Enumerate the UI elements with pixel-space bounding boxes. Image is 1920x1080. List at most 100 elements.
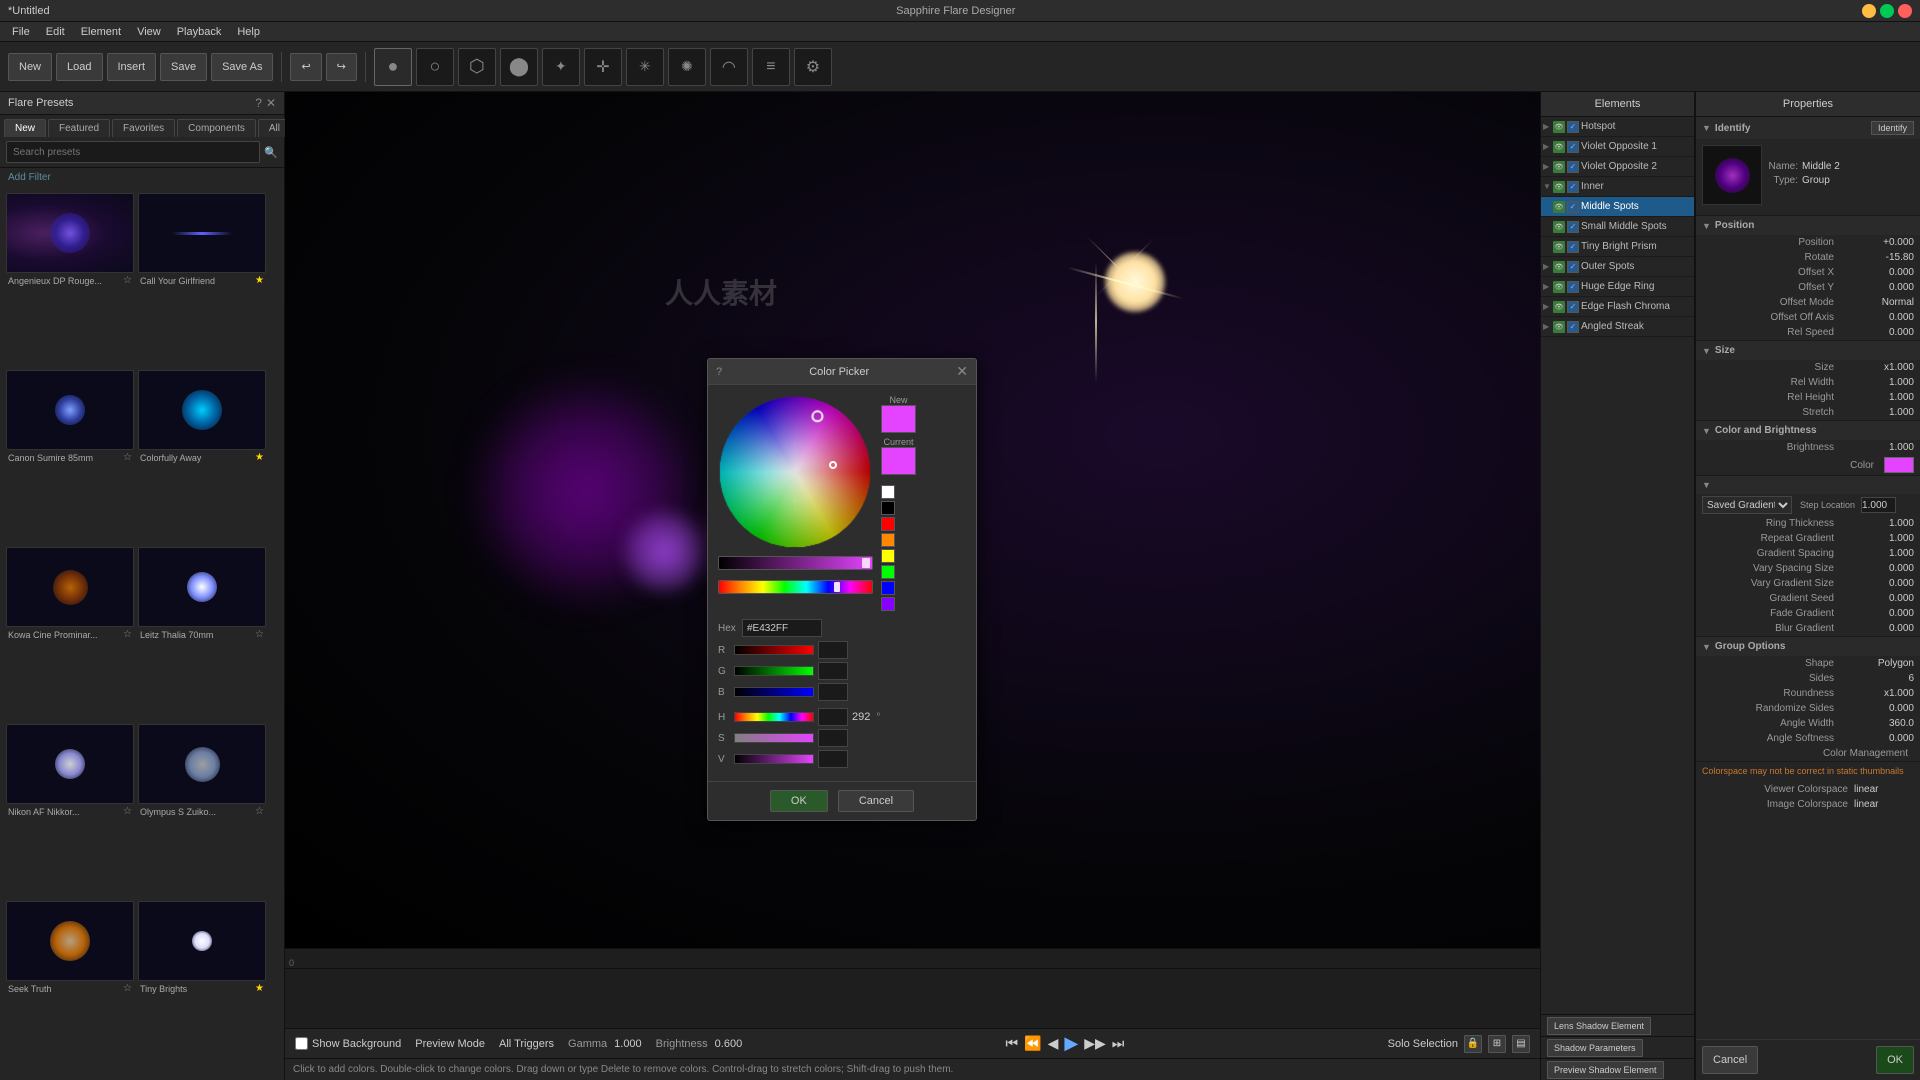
preset-item[interactable]: Kowa Cine Prominar... ☆ (6, 547, 134, 720)
color-swatch[interactable] (1884, 457, 1914, 473)
color-preset-blue[interactable] (881, 581, 895, 595)
section-identify-header[interactable]: ▼ Identify Identify (1696, 117, 1920, 139)
shape-cross-icon[interactable]: ✛ (584, 48, 622, 86)
check-icon[interactable]: ✓ (1567, 321, 1579, 333)
element-violet-opp2[interactable]: ▶ 👁 ✓ Violet Opposite 2 (1541, 157, 1694, 177)
shape-glow-icon[interactable]: ● (374, 48, 412, 86)
maximize-button[interactable] (1880, 4, 1894, 18)
preset-star-icon[interactable]: ☆ (123, 629, 132, 640)
section-color-header[interactable]: ▼ Color and Brightness (1696, 421, 1920, 440)
step-forward-button[interactable]: ▶▶ (1084, 1035, 1106, 1052)
step-location-input[interactable] (1861, 497, 1896, 513)
shape-oval-icon[interactable]: ⬤ (500, 48, 538, 86)
lens-shadow-element-button[interactable]: Lens Shadow Element (1547, 1017, 1651, 1035)
color-preset-green[interactable] (881, 565, 895, 579)
preset-star-icon[interactable]: ☆ (123, 275, 132, 286)
menu-view[interactable]: View (129, 26, 169, 38)
shape-multistar-icon[interactable]: ✺ (668, 48, 706, 86)
preset-star-icon[interactable]: ☆ (255, 629, 264, 640)
menu-edit[interactable]: Edit (38, 26, 73, 38)
tab-components[interactable]: Components (177, 119, 256, 137)
insert-button[interactable]: Insert (107, 53, 157, 81)
preset-item[interactable]: Canon Sumire 85mm ☆ (6, 370, 134, 543)
h-input[interactable] (818, 708, 848, 726)
rewind-button[interactable]: ⏪ (1024, 1035, 1041, 1052)
search-input[interactable] (6, 141, 260, 163)
step-back-button[interactable]: ◀ (1048, 1035, 1059, 1052)
visibility-icon[interactable]: 👁 (1553, 281, 1565, 293)
v-slider[interactable] (734, 754, 814, 764)
cancel-props-button[interactable]: Cancel (1702, 1046, 1758, 1074)
shape-hex-icon[interactable]: ⬡ (458, 48, 496, 86)
lock-button[interactable]: 🔒 (1464, 1035, 1482, 1053)
color-preset-white[interactable] (881, 485, 895, 499)
menu-file[interactable]: File (4, 26, 38, 38)
preset-item[interactable]: Call Your Girlfriend ★ (138, 193, 266, 366)
search-icon[interactable]: 🔍 (264, 146, 278, 159)
dialog-help-icon[interactable]: ? (716, 366, 722, 378)
skip-back-button[interactable]: ⏮ (1006, 1035, 1019, 1052)
ok-props-button[interactable]: OK (1876, 1046, 1914, 1074)
r-input[interactable]: 228 (818, 641, 848, 659)
dialog-close-icon[interactable]: ✕ (956, 363, 968, 380)
play-button[interactable]: ▶ (1064, 1033, 1078, 1054)
menu-help[interactable]: Help (229, 26, 268, 38)
check-icon[interactable]: ✓ (1567, 301, 1579, 313)
visibility-icon[interactable]: 👁 (1553, 121, 1565, 133)
preset-star-icon[interactable]: ☆ (123, 806, 132, 817)
color-preset-yellow[interactable] (881, 549, 895, 563)
preset-star-icon[interactable]: ★ (255, 452, 264, 463)
visibility-icon[interactable]: 👁 (1553, 301, 1565, 313)
hex-input[interactable] (742, 619, 822, 637)
visibility-icon[interactable]: 👁 (1553, 141, 1565, 153)
shape-ring-icon[interactable]: ○ (416, 48, 454, 86)
value-slider[interactable] (718, 556, 873, 570)
b-input[interactable]: 255 (818, 683, 848, 701)
save-button[interactable]: Save (160, 53, 207, 81)
preset-item[interactable]: Tiny Brights ★ (138, 901, 266, 1074)
preview-shadow-element-button[interactable]: Preview Shadow Element (1547, 1061, 1664, 1079)
section-size-header[interactable]: ▼ Size (1696, 341, 1920, 360)
color-preset-red[interactable] (881, 517, 895, 531)
color-cancel-button[interactable]: Cancel (838, 790, 914, 812)
element-violet-opp1[interactable]: ▶ 👁 ✓ Violet Opposite 1 (1541, 137, 1694, 157)
b-slider[interactable] (734, 687, 814, 697)
preset-item[interactable]: Olympus S Zuiko... ☆ (138, 724, 266, 897)
shape-arc-icon[interactable]: ◠ (710, 48, 748, 86)
visibility-icon[interactable]: 👁 (1553, 201, 1565, 213)
hue-slider[interactable] (718, 580, 873, 594)
element-tiny-bright-prism[interactable]: ▶ 👁 ✓ Tiny Bright Prism (1541, 237, 1694, 257)
element-small-middle-spots[interactable]: ▶ 👁 ✓ Small Middle Spots (1541, 217, 1694, 237)
visibility-icon[interactable]: 👁 (1553, 241, 1565, 253)
check-icon[interactable]: ✓ (1567, 141, 1579, 153)
preset-item[interactable]: Nikon AF Nikkor... ☆ (6, 724, 134, 897)
preset-item[interactable]: Colorfully Away ★ (138, 370, 266, 543)
element-inner[interactable]: ▼ 👁 ✓ Inner (1541, 177, 1694, 197)
menu-playback[interactable]: Playback (169, 26, 230, 38)
undo-button[interactable]: ↩ (290, 53, 321, 81)
r-slider[interactable] (734, 645, 814, 655)
check-icon[interactable]: ✓ (1567, 241, 1579, 253)
check-icon[interactable]: ✓ (1567, 161, 1579, 173)
color-wheel[interactable] (718, 395, 873, 550)
s-input[interactable]: 80 (818, 729, 848, 747)
identify-button[interactable]: Identify (1871, 121, 1914, 135)
element-huge-edge-ring[interactable]: ▶ 👁 ✓ Huge Edge Ring (1541, 277, 1694, 297)
section-gradient-header[interactable]: ▼ (1696, 476, 1920, 494)
panel-help-icon[interactable]: ? (255, 96, 262, 110)
check-icon[interactable]: ✓ (1567, 281, 1579, 293)
close-button[interactable] (1898, 4, 1912, 18)
add-filter-link[interactable]: Add Filter (0, 168, 284, 187)
v-input[interactable]: 100 (818, 750, 848, 768)
preset-star-icon[interactable]: ☆ (123, 983, 132, 994)
element-angled-streak[interactable]: ▶ 👁 ✓ Angled Streak (1541, 317, 1694, 337)
shadow-parameters-button[interactable]: Shadow Parameters (1547, 1039, 1643, 1057)
check-icon[interactable]: ✓ (1567, 181, 1579, 193)
section-position-header[interactable]: ▼ Position (1696, 216, 1920, 235)
shape-star-icon[interactable]: ✳ (626, 48, 664, 86)
h-slider[interactable] (734, 712, 814, 722)
view-button[interactable]: ▤ (1512, 1035, 1530, 1053)
check-icon[interactable]: ✓ (1567, 121, 1579, 133)
preset-star-icon[interactable]: ☆ (123, 452, 132, 463)
color-preset-purple[interactable] (881, 597, 895, 611)
